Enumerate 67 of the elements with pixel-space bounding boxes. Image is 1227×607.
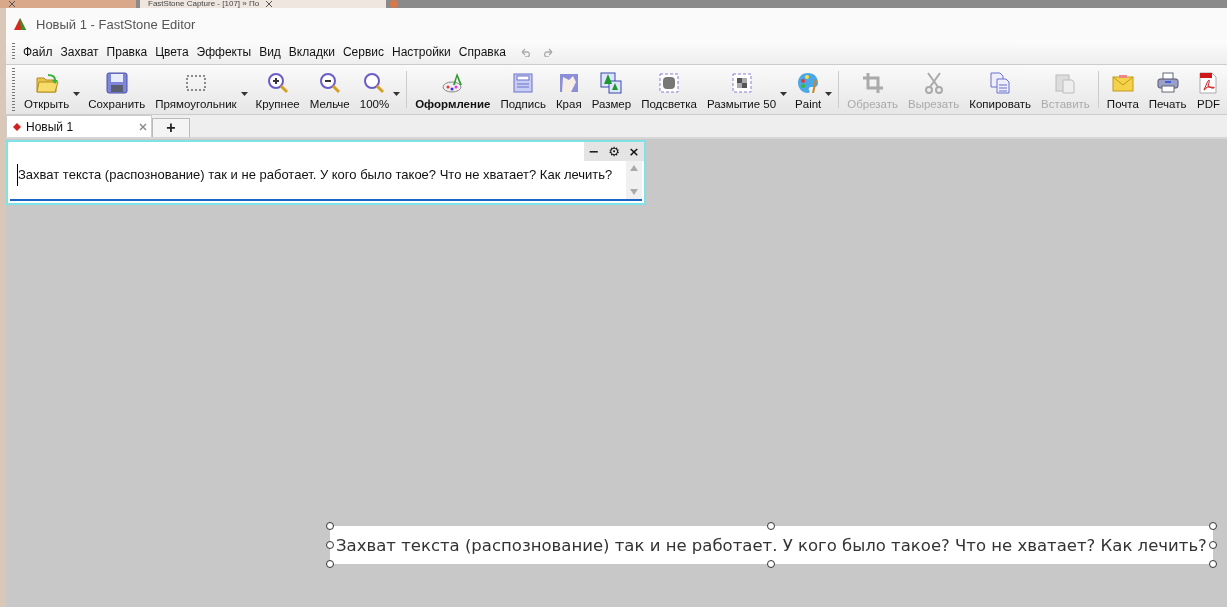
resize-handle[interactable] [1208,560,1217,568]
caret-icon[interactable] [240,92,248,96]
toolbar-button[interactable]: Сохранить [83,65,151,114]
crop-icon [860,71,885,95]
toolbar-button[interactable]: Оформление [410,65,496,114]
resize-icon [599,71,624,95]
menu-item[interactable]: Правка [102,45,152,59]
resize-handle[interactable] [326,541,334,549]
toolbar-button[interactable]: 100% [354,65,404,114]
toolbar-button[interactable]: Копировать [964,65,1037,114]
resize-handle[interactable] [1208,541,1217,549]
menu-item[interactable]: Цвета [151,45,193,59]
settings-button[interactable]: ⚙ [604,142,624,161]
menu-item[interactable]: Файл [19,45,57,59]
tab-title: FastStone Capture - [107] » По [148,0,260,8]
zoom-out-icon [317,71,342,95]
document-tab[interactable]: Новый 1 [6,115,152,137]
toolbar-button[interactable]: Открыть [19,65,84,114]
toolbar-button[interactable]: Прямоугольник [150,65,251,114]
menu-item[interactable]: Сервис [338,45,388,59]
resize-handle[interactable] [1208,522,1217,530]
magnifier-icon [362,71,387,95]
window-title: Новый 1 - FastStone Editor [36,16,196,32]
printer-icon [1155,71,1180,95]
menu-item[interactable]: Вкладки [284,45,339,59]
toolbar-button[interactable]: Подсветка [636,65,702,114]
close-icon[interactable] [265,0,274,8]
caret-icon[interactable] [73,92,81,96]
menu-item[interactable]: Захват [56,45,103,59]
menu-item[interactable]: Настройки [388,45,455,59]
resize-handle[interactable] [767,522,776,530]
paint-palette-icon [796,71,821,95]
diamond-icon [13,122,21,131]
highlight-icon [657,71,682,95]
caret-icon[interactable] [393,92,401,96]
toolbar-button[interactable]: Печать [1143,65,1192,114]
caption-icon [511,71,536,95]
toolbar-button[interactable]: Мельче [304,65,355,114]
toolbar-button[interactable]: Подпись [495,65,551,114]
caret-icon[interactable] [825,92,833,96]
close-button[interactable]: × [624,142,644,161]
app-logo-icon [12,16,28,32]
copy-icon [988,71,1013,95]
menu-item[interactable]: Эффекты [192,45,256,59]
folder-icon [34,71,59,95]
toolbar-button[interactable]: Почта [1101,65,1144,114]
browser-tab[interactable]: FastStone Capture - [107] » По [140,0,386,8]
toolbar-button[interactable]: Крупнее [250,65,305,114]
close-icon[interactable] [139,122,147,131]
blur-icon [729,71,754,95]
menu-item[interactable]: Справка [454,45,510,59]
caret-icon[interactable] [780,92,788,96]
minimize-button[interactable]: − [584,142,604,161]
paste-icon [1053,71,1078,95]
toolbar-button[interactable]: Размер [586,65,637,114]
resize-handle[interactable] [326,560,334,568]
toolbar-button[interactable]: Paint [790,65,836,114]
toolbar-button[interactable]: Размытие 50 [702,65,791,114]
resize-handle[interactable] [326,522,334,530]
close-icon[interactable] [8,0,16,8]
zoom-in-icon [265,71,290,95]
new-tab-button[interactable]: + [152,118,190,137]
toolbar-button[interactable]: PDF [1191,65,1226,114]
toolbar-button[interactable]: Края [550,65,587,114]
resize-handle[interactable] [767,560,776,568]
menu-item[interactable]: Вид [255,45,285,59]
palette-icon [440,71,465,95]
